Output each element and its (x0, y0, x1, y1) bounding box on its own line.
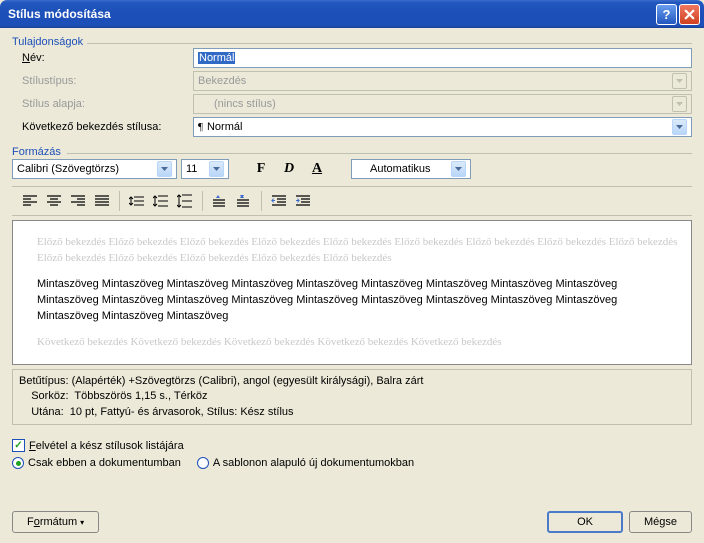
styletype-select: Bekezdés (193, 71, 692, 91)
format-button-label: Formátum (27, 516, 77, 528)
chevron-down-icon (451, 161, 466, 177)
styletype-value: Bekezdés (198, 75, 246, 87)
titlebar-title: Stílus módosítása (8, 7, 656, 21)
align-center-button[interactable] (42, 190, 66, 212)
name-label: Név: (22, 52, 187, 64)
paragraph-toolbar (12, 186, 692, 216)
styletype-label: Stílustípus: (22, 75, 187, 87)
align-justify-button[interactable] (90, 190, 114, 212)
format-menu-button[interactable]: Formátum ▾ (12, 511, 99, 533)
preview-main: Mintaszöveg Mintaszöveg Mintaszöveg Mint… (37, 277, 681, 325)
preview-box: Előző bekezdés Előző bekezdés Előző beke… (12, 220, 692, 365)
close-icon (684, 9, 695, 20)
chevron-down-icon (672, 119, 687, 135)
only-doc-radio[interactable] (12, 457, 24, 469)
template-label[interactable]: A sablonon alapuló új dokumentumokban (213, 457, 414, 469)
add-to-list-checkbox[interactable]: ✓ (12, 439, 25, 452)
only-doc-label[interactable]: Csak ebben a dokumentumban (28, 457, 181, 469)
linespacing-2-button[interactable] (173, 190, 197, 212)
properties-group: Tulajdonságok Név: Normál Stílustípus: B… (12, 36, 692, 140)
chevron-down-icon (157, 161, 172, 177)
desc-line: Utána: 10 pt, Fattyú- és árvasorok, Stíl… (19, 405, 685, 420)
close-button[interactable] (679, 4, 700, 25)
align-left-button[interactable] (18, 190, 42, 212)
desc-line: Betűtípus: (Alapérték) +Szövegtörzs (Cal… (19, 374, 685, 389)
chevron-down-icon: ▾ (80, 518, 84, 527)
bold-button[interactable]: F (249, 158, 273, 180)
space-before-dec-button[interactable] (232, 190, 256, 212)
stylebase-select: (nincs stílus) (193, 94, 692, 114)
indent-inc-button[interactable] (291, 190, 315, 212)
description-box: Betűtípus: (Alapérték) +Szövegtörzs (Cal… (12, 369, 692, 425)
align-right-button[interactable] (66, 190, 90, 212)
indent-dec-button[interactable] (267, 190, 291, 212)
linespacing-1-button[interactable] (125, 190, 149, 212)
font-select[interactable]: Calibri (Szövegtörzs) (12, 159, 177, 179)
ok-button[interactable]: OK (547, 511, 623, 533)
size-select[interactable]: 11 (181, 159, 229, 179)
pilcrow-icon: ¶ (198, 121, 203, 133)
stylebase-label: Stílus alapja: (22, 98, 187, 110)
underline-button[interactable]: A (305, 158, 329, 180)
name-input[interactable]: Normál (193, 48, 692, 68)
preview-next: Következő bekezdés Következő bekezdés Kö… (37, 335, 681, 351)
add-to-list-label[interactable]: Felvétel a kész stílusok listájára (29, 440, 184, 452)
nextstyle-select[interactable]: ¶ Normál (193, 117, 692, 137)
help-button[interactable]: ? (656, 4, 677, 25)
chevron-down-icon (672, 73, 687, 89)
nextstyle-label: Következő bekezdés stílusa: (22, 121, 187, 133)
chevron-down-icon (672, 96, 687, 112)
format-group: Formázás Calibri (Szövegtörzs) 11 F D A … (12, 146, 692, 425)
linespacing-15-button[interactable] (149, 190, 173, 212)
font-value: Calibri (Szövegtörzs) (17, 163, 119, 175)
chevron-down-icon (209, 161, 224, 177)
space-before-inc-button[interactable] (208, 190, 232, 212)
template-radio[interactable] (197, 457, 209, 469)
titlebar: Stílus módosítása ? (0, 0, 704, 28)
fontcolor-select[interactable]: Automatikus (351, 159, 471, 179)
fontcolor-value: Automatikus (370, 163, 431, 175)
nextstyle-value: Normál (207, 121, 242, 133)
italic-button[interactable]: D (277, 158, 301, 180)
size-value: 11 (186, 163, 197, 175)
cancel-button[interactable]: Mégse (629, 511, 692, 533)
desc-line: Sorköz: Többszörös 1,15 s., Térköz (19, 389, 685, 404)
stylebase-value: (nincs stílus) (214, 98, 276, 110)
preview-prev: Előző bekezdés Előző bekezdés Előző beke… (37, 235, 681, 267)
